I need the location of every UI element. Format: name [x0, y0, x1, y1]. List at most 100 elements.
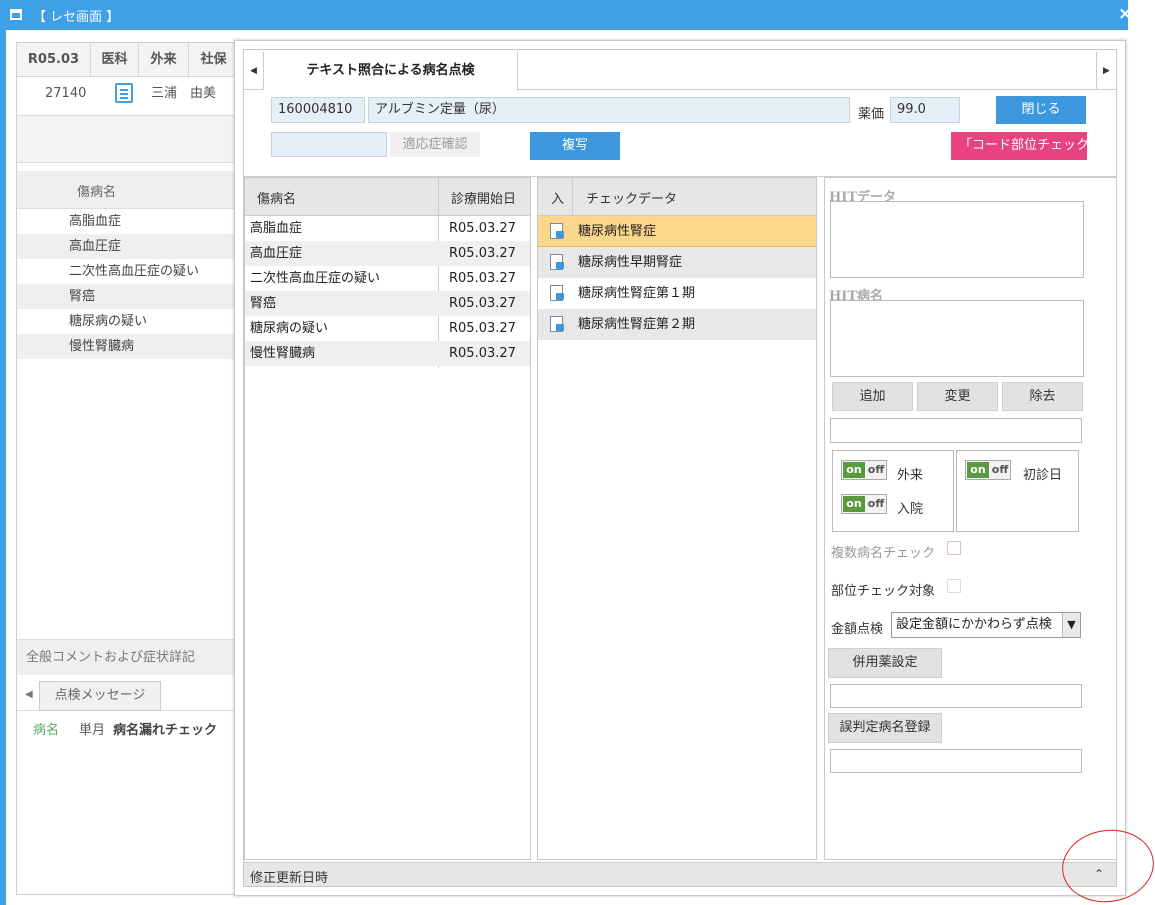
col-header-check-data[interactable]: チェックデータ [586, 188, 677, 207]
bg-dx-header: 傷病名 [17, 171, 237, 209]
document-icon[interactable] [115, 83, 133, 103]
receipt-background-panel: R05.03 医科 外来 社保 27140 三浦 由美 傷病名 高脂血症 高血圧… [16, 42, 239, 895]
multi-dx-checkbox[interactable] [947, 541, 961, 555]
close-button[interactable]: 閉じる [996, 96, 1086, 124]
table-row[interactable]: 高脂血症 R05.03.27 [245, 216, 530, 241]
dx-date-cell: R05.03.27 [449, 296, 516, 311]
document-arrow-icon [550, 285, 564, 301]
message-text: 病名漏れチェック [113, 723, 218, 738]
inpatient-toggle[interactable]: on off [841, 494, 887, 514]
hit-settings-panel: HITデータ HIT病名 追加 変更 除去 on off 外来 on off 入院 … [824, 177, 1116, 860]
table-row[interactable]: 二次性高血圧症の疑い R05.03.27 [245, 266, 530, 291]
close-window-icon[interactable]: × [1118, 4, 1132, 24]
bg-dx-item[interactable]: 糖尿病の疑い [17, 309, 237, 334]
tab-scroll-left-icon[interactable]: ◀ [25, 689, 33, 700]
diagnosis-grid: 傷病名 診療開始日 高脂血症 R05.03.27 高血圧症 R05.03.27 二次… [244, 177, 531, 860]
dx-date-cell: R05.03.27 [449, 346, 516, 361]
multi-dx-check-label: 複数病名チェック [831, 546, 936, 561]
code-site-check-button[interactable]: 「コード部位チェック」 [951, 132, 1087, 160]
copy-button[interactable]: 複写 [530, 132, 620, 160]
check-data-row[interactable]: 糖尿病性腎症第１期 [538, 278, 816, 309]
col-header-in[interactable]: 入 [551, 188, 564, 207]
amount-check-label: 金額点検 [831, 622, 884, 637]
diagnosis-grid-header: 傷病名 診療開始日 [245, 178, 530, 216]
document-arrow-icon [550, 316, 564, 332]
hit-data-box[interactable] [830, 201, 1084, 278]
bg-dx-item[interactable]: 慢性腎臓病 [17, 334, 237, 359]
hit-input-field[interactable] [830, 418, 1082, 443]
check-data-row[interactable]: 糖尿病性早期腎症 [538, 247, 816, 278]
concomitant-input-field[interactable] [830, 684, 1082, 708]
dialog-tab-bar: ◀ テキスト照合による病名点検 ▶ [244, 52, 1116, 91]
toggle-off-label: off [867, 497, 885, 510]
site-check-label: 部位チェック対象 [831, 584, 936, 599]
tab-scroll-left-icon[interactable]: ◀ [244, 52, 264, 90]
dx-name-cell: 糖尿病の疑い [250, 321, 329, 336]
site-check-checkbox[interactable] [947, 579, 961, 593]
message-tab-row: ◀ 点検メッセージ [17, 681, 237, 711]
toggle-off-label: off [991, 463, 1009, 476]
tab-scroll-right-icon[interactable]: ▶ [1096, 52, 1116, 90]
comment-section-label[interactable]: 全般コメントおよび症状詳記 [17, 639, 237, 675]
col-header-start-date[interactable]: 診療開始日 [451, 188, 516, 207]
insurance-type: 社保 [189, 43, 239, 77]
bg-dx-item[interactable]: 二次性高血圧症の疑い [17, 259, 237, 284]
table-row[interactable]: 糖尿病の疑い R05.03.27 [245, 316, 530, 341]
change-button[interactable]: 変更 [917, 382, 998, 411]
check-data-row[interactable]: 糖尿病性腎症 [538, 216, 816, 247]
bg-dx-header-label: 傷病名 [77, 185, 117, 200]
message-period: 単月 [79, 723, 106, 738]
tab-text-match-dx-check[interactable]: テキスト照合による病名点検 [264, 52, 518, 91]
indication-check-button[interactable]: 適応症確認 [390, 132, 480, 157]
window-left-border [0, 30, 6, 905]
document-arrow-icon [550, 254, 564, 270]
add-button[interactable]: 追加 [832, 382, 913, 411]
outpatient-toggle[interactable]: on off [841, 460, 887, 480]
concomitant-drug-button[interactable]: 併用薬設定 [828, 648, 942, 678]
dialog-content: ◀ テキスト照合による病名点検 ▶ 160004810 アルブミン定量（尿） 薬… [243, 49, 1117, 887]
col-header-dx-name[interactable]: 傷病名 [257, 188, 296, 207]
dx-date-cell: R05.03.27 [449, 221, 516, 236]
bg-dx-item[interactable]: 高脂血症 [17, 209, 237, 234]
bg-dx-item[interactable]: 高血圧症 [17, 234, 237, 259]
remove-button[interactable]: 除去 [1002, 382, 1083, 411]
patient-name: 三浦 由美 [151, 86, 217, 101]
amount-check-select[interactable]: 設定金額にかかわらず点検 ▼ [891, 612, 1081, 638]
window-icon [10, 9, 22, 20]
updated-at-label: 修正更新日時 [250, 871, 329, 886]
check-data-text: 糖尿病性腎症第１期 [578, 286, 696, 301]
price-field[interactable]: 99.0 [890, 97, 960, 123]
inpatient-label: 入院 [897, 502, 924, 517]
patient-id: 27140 [45, 86, 87, 101]
price-label: 薬価 [858, 107, 885, 122]
bg-dx-item[interactable]: 腎癌 [17, 284, 237, 309]
table-row[interactable]: 慢性腎臓病 R05.03.27 [245, 341, 530, 366]
misjudged-dx-input-field[interactable] [830, 749, 1082, 773]
amount-check-value: 設定金額にかかわらず点検 [896, 617, 1052, 632]
dx-name-cell: 二次性高血圧症の疑い [250, 271, 381, 286]
dx-date-cell: R05.03.27 [449, 321, 516, 336]
hit-dx-box[interactable] [830, 300, 1084, 377]
check-data-grid: 入 チェックデータ 糖尿病性腎症 糖尿病性早期腎症 糖尿病性腎症第１期 糖尿病性… [537, 177, 817, 860]
tab-check-messages[interactable]: 点検メッセージ [39, 681, 161, 711]
patient-info-area [17, 115, 237, 163]
check-data-row[interactable]: 糖尿病性腎症第２期 [538, 309, 816, 340]
dx-date-cell: R05.03.27 [449, 246, 516, 261]
dialog-footer: 修正更新日時 ⌃ [244, 862, 1116, 886]
window-title: 【 レセ画面 】 [33, 10, 120, 25]
misjudged-dx-register-button[interactable]: 誤判定病名登録 [828, 713, 942, 743]
department: 医科 [91, 43, 139, 77]
outpatient-label: 外来 [897, 468, 924, 483]
window-title-bar: 【 レセ画面 】 [0, 0, 1128, 30]
item-code-field[interactable]: 160004810 [271, 97, 365, 123]
indication-input[interactable] [271, 132, 387, 157]
item-name-field[interactable]: アルブミン定量（尿） [368, 97, 850, 123]
check-message-row[interactable]: 病名 単月 病名漏れチェック [33, 719, 217, 738]
first-visit-toggle[interactable]: on off [965, 460, 1011, 480]
check-data-text: 糖尿病性腎症 [578, 224, 657, 239]
column-divider [572, 178, 573, 216]
table-row[interactable]: 高血圧症 R05.03.27 [245, 241, 530, 266]
visit-toggle-group: on off 外来 on off 入院 [832, 450, 954, 532]
toggle-on-label: on [843, 462, 865, 478]
table-row[interactable]: 腎癌 R05.03.27 [245, 291, 530, 316]
